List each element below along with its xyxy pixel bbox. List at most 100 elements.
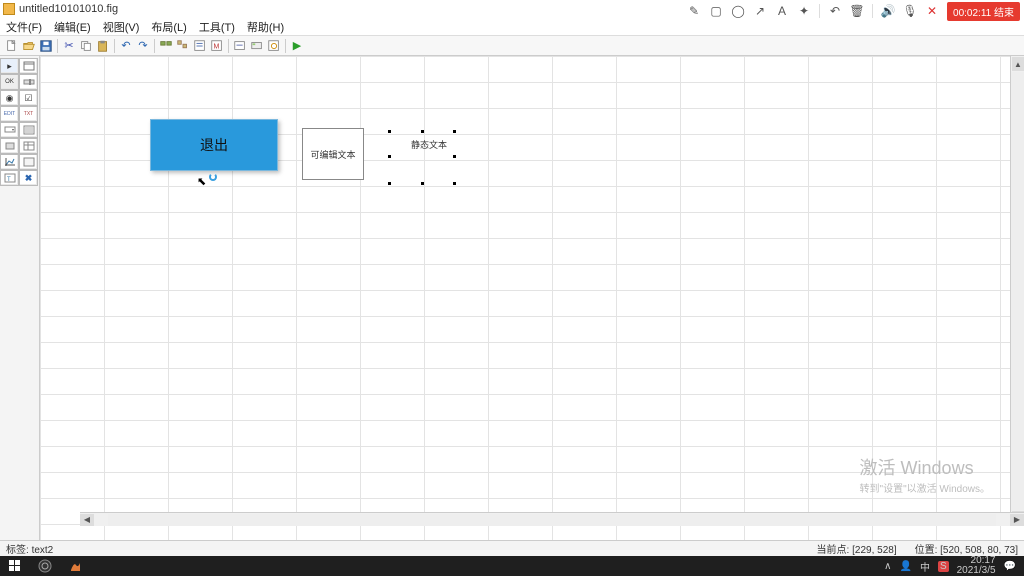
new-icon[interactable] [4, 38, 20, 54]
status-position: 位置: [520, 508, 80, 73] [915, 541, 1018, 556]
menu-view[interactable]: 视图(V) [103, 19, 140, 35]
window-title: untitled10101010.fig [19, 3, 118, 15]
select-tool[interactable]: ▸ [0, 58, 19, 74]
static-text-label: 静态文本 [411, 140, 447, 150]
arrow-icon[interactable]: ↗ [753, 4, 767, 18]
popup-tool[interactable] [0, 122, 19, 138]
taskbar-app-matlab[interactable] [60, 556, 90, 576]
design-canvas[interactable]: 退出 可编辑文本 静态文本 ⬉ 激活 Windows 转到"设置"以激活 Win… [40, 56, 1024, 540]
tab-order-icon[interactable] [232, 38, 248, 54]
toolbar-editor-icon[interactable] [249, 38, 265, 54]
selection-handle[interactable] [453, 182, 456, 185]
edit-tool[interactable]: EDIT [0, 106, 19, 122]
listbox-tool[interactable] [19, 122, 38, 138]
mfile-icon[interactable]: M [209, 38, 225, 54]
cursor-icon: ⬉ [197, 175, 214, 188]
status-current-point: 当前点: [229, 528] [817, 541, 897, 556]
copy-icon[interactable] [78, 38, 94, 54]
selection-handle[interactable] [453, 155, 456, 158]
exit-button-label: 退出 [200, 135, 228, 155]
redo-icon[interactable]: ↷ [135, 38, 151, 54]
circle-icon[interactable]: ◯ [731, 4, 745, 18]
position-label: 位置: [915, 545, 938, 556]
pushbutton-tool[interactable]: OK [0, 74, 19, 90]
highlight-icon[interactable]: ✦ [797, 4, 811, 18]
selection-handle[interactable] [421, 130, 424, 133]
open-icon[interactable] [21, 38, 37, 54]
trash-icon[interactable]: 🗑 [850, 4, 864, 18]
menubar: 文件(F) 编辑(E) 视图(V) 布局(L) 工具(T) 帮助(H) [0, 18, 1024, 36]
tray-s-icon[interactable]: S [938, 561, 949, 572]
system-tray: ∧ 👤 中 S 20:17 2021/3/5 💬 [884, 556, 1024, 576]
scroll-track[interactable] [1011, 72, 1024, 510]
cut-icon[interactable]: ✂ [61, 38, 77, 54]
undo2-icon[interactable]: ↶ [828, 4, 842, 18]
close-icon[interactable]: ✕ [925, 4, 939, 18]
scroll-up-icon[interactable]: ▲ [1012, 57, 1024, 71]
menu-edit[interactable]: 编辑(E) [54, 19, 91, 35]
checkbox-tool[interactable]: ☑ [19, 90, 38, 106]
run-icon[interactable]: ▶ [289, 38, 305, 54]
screencast-toolbar: ✎ ▢ ◯ ↗ A ✦ ↶ 🗑 🔊 🎙 ✕ 00:02:11 结束 [687, 2, 1020, 20]
pencil-icon[interactable]: ✎ [687, 4, 701, 18]
axes-tool[interactable] [0, 154, 19, 170]
rect-icon[interactable]: ▢ [709, 4, 723, 18]
menu-tools[interactable]: 工具(T) [199, 19, 235, 35]
menu-layout[interactable]: 布局(L) [151, 19, 186, 35]
tray-clock[interactable]: 20:17 2021/3/5 [957, 556, 996, 576]
text-icon[interactable]: A [775, 4, 789, 18]
tray-people-icon[interactable]: 👤 [899, 561, 911, 572]
menu-file[interactable]: 文件(F) [6, 19, 42, 35]
tray-date: 2021/3/5 [957, 566, 996, 576]
taskbar-app-obs[interactable] [30, 556, 60, 576]
figure-tool[interactable] [19, 58, 38, 74]
property-icon[interactable] [266, 38, 282, 54]
editor-icon[interactable] [192, 38, 208, 54]
tray-ime-icon[interactable]: 中 [920, 559, 930, 574]
status-left: 标签: text2 [6, 541, 53, 556]
tray-up-icon[interactable]: ∧ [884, 561, 891, 572]
table-tool[interactable] [19, 138, 38, 154]
ui-static-text[interactable]: 静态文本 [411, 138, 447, 151]
horizontal-scrollbar[interactable]: ◀ ▶ [80, 512, 1024, 526]
current-point-label: 当前点: [817, 545, 850, 556]
svg-text:T: T [7, 177, 11, 183]
vertical-scrollbar[interactable]: ▲ ▼ [1010, 56, 1024, 526]
align-icon[interactable] [158, 38, 174, 54]
scroll-track[interactable] [108, 514, 996, 526]
paste-icon[interactable] [95, 38, 111, 54]
record-badge[interactable]: 00:02:11 结束 [947, 2, 1020, 21]
panel-tool[interactable] [19, 154, 38, 170]
toolbar: ✂ ↶ ↷ M ▶ [0, 36, 1024, 56]
slider-tool[interactable] [19, 74, 38, 90]
edit-text-label: 可编辑文本 [310, 148, 355, 161]
menu-help[interactable]: 帮助(H) [247, 19, 284, 35]
sep [819, 4, 820, 18]
toolbar-sep [228, 39, 229, 53]
toolbar-sep [114, 39, 115, 53]
radio-tool[interactable]: ◉ [0, 90, 19, 106]
taskbar: ∧ 👤 中 S 20:17 2021/3/5 💬 [0, 556, 1024, 576]
activex-tool[interactable]: ✖ [19, 170, 38, 186]
app-icon [3, 3, 15, 15]
toggle-tool[interactable] [0, 138, 19, 154]
save-icon[interactable] [38, 38, 54, 54]
ui-pushbutton-exit[interactable]: 退出 [150, 119, 278, 171]
selection-handle[interactable] [453, 130, 456, 133]
selection-handle[interactable] [388, 130, 391, 133]
scroll-left-icon[interactable]: ◀ [80, 514, 94, 526]
scroll-right-icon[interactable]: ▶ [1010, 514, 1024, 526]
start-button[interactable] [0, 556, 30, 576]
selection-handle[interactable] [421, 182, 424, 185]
selection-handle[interactable] [388, 155, 391, 158]
sep [872, 4, 873, 18]
ui-edit-text[interactable]: 可编辑文本 [302, 128, 364, 180]
mic-icon[interactable]: 🎙 [903, 4, 917, 18]
speaker-icon[interactable]: 🔊 [881, 4, 895, 18]
undo-icon[interactable]: ↶ [118, 38, 134, 54]
selection-handle[interactable] [388, 182, 391, 185]
buttongroup-tool[interactable]: T [0, 170, 19, 186]
text-tool[interactable]: TXT [19, 106, 38, 122]
distribute-icon[interactable] [175, 38, 191, 54]
tray-notifications-icon[interactable]: 💬 [1004, 561, 1016, 572]
